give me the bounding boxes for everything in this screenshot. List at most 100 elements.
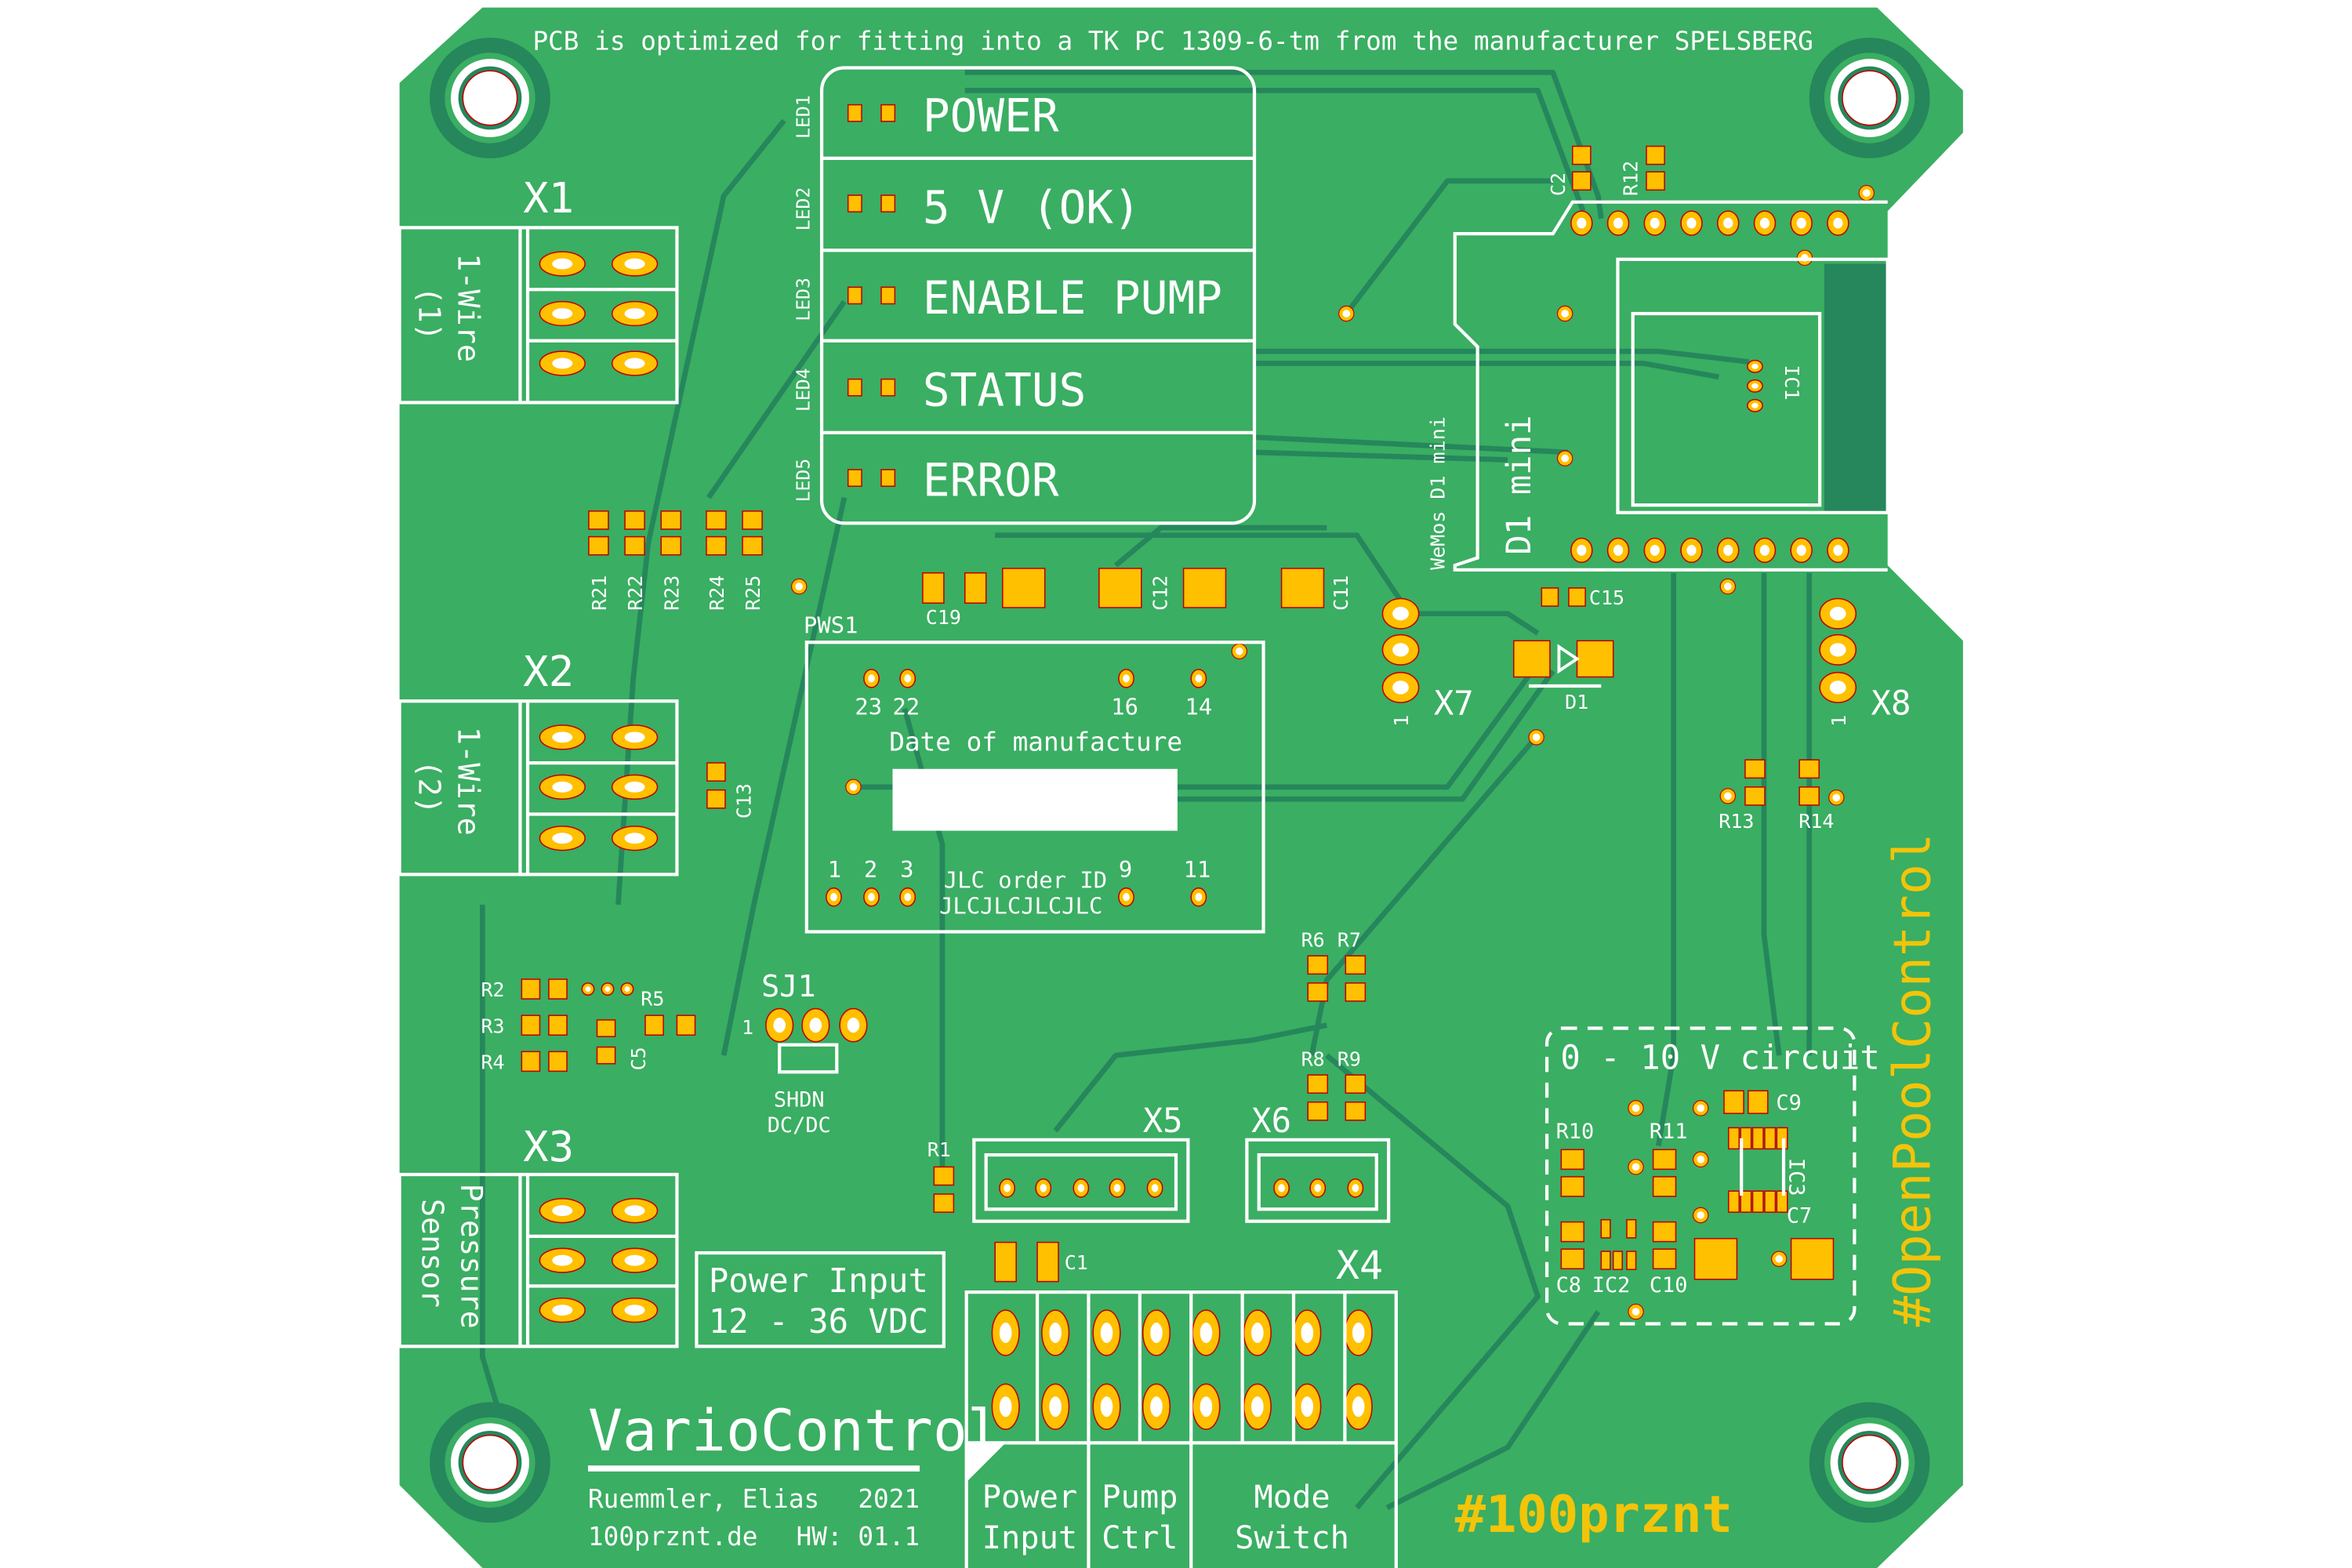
year: 2021 [858,1484,920,1514]
x4-group-label: Switch [1235,1519,1349,1556]
smd-pad [706,789,726,809]
drill-hole [999,1323,1012,1343]
sj1-pin1: 1 [742,1016,753,1039]
drill-hole [1123,674,1130,683]
smd-pad [1751,1127,1764,1150]
drill-hole [552,1205,573,1217]
drill-hole [624,358,645,369]
analog-circuit-title: 0 - 10 V circuit [1560,1038,1879,1076]
drill-hole [1723,217,1733,229]
smd-pad [1541,587,1559,607]
smd-pad [1646,145,1665,165]
smd-pad [1576,640,1614,678]
smd-pad [548,978,568,1000]
smd-pad [1345,1074,1367,1094]
smd-pad [1600,1219,1611,1239]
smd-pad [1728,1127,1740,1150]
smd-pad [880,194,896,212]
smd-pad [847,286,862,305]
smd-pad [1307,982,1329,1002]
power-input-label: Power Input [709,1261,928,1300]
smd-pad [1345,982,1367,1002]
d1-ref: D1 [1565,691,1588,713]
x2-ref: X2 [523,647,574,696]
x4-group-label: Mode [1254,1479,1330,1515]
x4-group-label: Ctrl [1102,1519,1178,1556]
smd-pad [1572,145,1592,165]
smd-pad [742,535,763,556]
x8-ref: X8 [1871,684,1911,723]
drill-hole [1150,1396,1163,1417]
sj1-ref: SJ1 [761,969,815,1004]
led-label-status: STATUS [923,363,1086,416]
smd-pad [1798,786,1820,806]
smd-pad [1560,1149,1584,1171]
pin-label: 1 [828,856,841,883]
author: Ruemmler, Elias [588,1484,819,1514]
pin-label: 9 [1119,856,1132,883]
led-ref: LED4 [794,368,815,412]
smd-pad [1652,1248,1677,1270]
c13-ref: C13 [733,783,756,818]
via-hole [849,783,858,791]
smd-pad [1345,1102,1367,1121]
drill-hole [604,986,611,992]
drill-hole [904,893,912,902]
smd-pad [847,103,862,122]
smd-pad [1693,1238,1738,1280]
pcb-render: PCB is optimized for fitting into a TK P… [397,7,1963,1568]
drill-hole [1352,1323,1365,1343]
smd-pad [1513,640,1551,678]
drill-hole [1751,402,1759,408]
drill-hole [1278,1184,1285,1192]
pws1-ref: PWS1 [804,612,858,639]
smd-pad [1560,1221,1584,1243]
smd-pad [1612,1250,1623,1270]
pin-label: 3 [900,856,913,883]
mounting-hole-drill [462,70,518,126]
c12-ref: C12 [1149,575,1171,611]
header-note: PCB is optimized for fitting into a TK P… [532,26,1813,56]
drill-hole [1686,217,1697,229]
smd-pad [521,1051,541,1073]
drill-hole [624,258,645,270]
smd-pad [1652,1176,1677,1197]
smd-pad [706,510,727,530]
drill-hole [830,893,837,902]
drill-hole [552,308,573,319]
via-hole [1775,1254,1784,1263]
smd-pad [1790,1238,1835,1280]
r1-ref: R1 [927,1138,951,1161]
drill-hole [1833,545,1843,556]
smd-pad [644,1014,664,1036]
r23-ref: R23 [660,575,683,611]
hashtag-100prznt: #100prznt [1455,1485,1733,1544]
drill-hole [1829,681,1846,695]
smd-pad [1560,1176,1584,1197]
smd-pad [596,1046,616,1065]
r11-ref: R11 [1650,1120,1688,1144]
drill-hole [1392,681,1409,695]
r12-ref: R12 [1619,161,1642,196]
smd-pad [1600,1250,1611,1270]
drill-hole [1150,1323,1163,1343]
via-hole [1532,733,1541,742]
led-ref: LED2 [794,187,815,231]
x4-group-label: Input [982,1519,1078,1556]
x4-group-label: Power [982,1479,1078,1515]
drill-hole [904,674,912,683]
smd-pad [1744,759,1766,779]
r3-ref: R3 [481,1014,504,1037]
order-id-value: JLCJLCJLCJLC [939,892,1102,919]
drill-hole [1751,363,1759,369]
smd-pad [1568,587,1586,607]
via-hole [1724,583,1732,590]
drill-hole [1301,1396,1314,1417]
c1-ref: C1 [1065,1251,1088,1274]
c11-ref: C11 [1330,575,1352,611]
x3-label: Sensor [414,1199,449,1308]
pin-label: 23 [855,694,882,720]
drill-hole [1829,607,1846,621]
drill-hole [585,986,591,992]
smd-pad [1626,1250,1637,1270]
